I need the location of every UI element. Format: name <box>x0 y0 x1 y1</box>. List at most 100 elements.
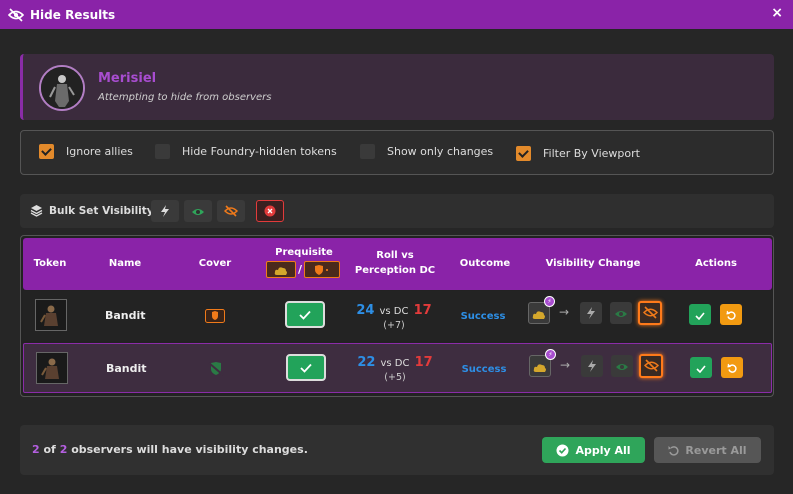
shield-filter-button[interactable] <box>304 260 341 279</box>
observed-option[interactable] <box>611 355 633 377</box>
undetected-option[interactable] <box>580 302 602 324</box>
eye-icon <box>615 357 629 376</box>
option-label: Ignore allies <box>66 145 133 158</box>
option-label: Show only changes <box>387 145 494 158</box>
header-roll: Roll vs Perception DC <box>353 248 437 278</box>
token-image[interactable] <box>35 299 67 331</box>
outcome-label: Success <box>460 311 506 322</box>
undo-icon <box>726 305 736 324</box>
bolt-icon <box>587 357 597 376</box>
bolt-icon <box>160 202 170 221</box>
of-label: of <box>43 443 56 456</box>
hidden-option-selected[interactable] <box>639 354 663 378</box>
layers-icon <box>30 204 43 217</box>
table-row: Bandit 24 vs DC 17 (+7) Success ⚡ → <box>23 291 772 341</box>
header-token: Token <box>33 258 67 269</box>
apply-row-button[interactable] <box>690 357 712 378</box>
prerequisite-check-button[interactable] <box>286 354 326 381</box>
hide-foundry-hidden-checkbox[interactable] <box>155 144 170 159</box>
hider-name: Merisiel <box>98 71 157 86</box>
close-button[interactable]: × <box>771 5 783 21</box>
roll-total: 22 <box>357 355 376 370</box>
apply-all-label: Apply All <box>575 443 631 457</box>
dc-value: 17 <box>413 303 432 318</box>
token-image[interactable] <box>36 352 68 384</box>
change-summary: 2 of 2 observers will have visibility ch… <box>32 443 308 456</box>
roll-total: 24 <box>356 303 375 318</box>
undo-icon <box>668 445 679 456</box>
cloud-icon <box>533 357 547 376</box>
check-icon <box>299 305 311 324</box>
window-title: Hide Results <box>30 7 116 22</box>
bolt-icon <box>586 304 596 323</box>
check-icon <box>300 358 312 377</box>
table-row: Bandit 22 vs DC 17 (+5) Success ⚡ → <box>23 343 772 393</box>
bulk-toolbar: Bulk Set Visibility <box>20 194 774 228</box>
eye-slash-icon <box>223 202 239 221</box>
hider-subtitle: Attempting to hide from observers <box>98 92 272 103</box>
options-bar: Ignore allies Hide Foundry-hidden tokens… <box>20 130 774 175</box>
option-label: Filter By Viewport <box>543 147 640 160</box>
arrow-right-icon: → <box>560 358 571 372</box>
bulk-hidden-button[interactable] <box>217 200 245 222</box>
roll-result: 22 vs DC 17 (+5) <box>350 351 440 383</box>
bulk-clear-button[interactable] <box>256 200 284 222</box>
roll-modifier: (+7) <box>383 320 405 331</box>
header-cover: Cover <box>198 258 232 269</box>
observed-option[interactable] <box>610 302 632 324</box>
hider-card: Merisiel Attempting to hide from observe… <box>20 54 774 120</box>
x-circle-icon <box>264 202 276 221</box>
header-visibility: Visibility Change <box>545 258 641 269</box>
title-bar: Hide Results × <box>0 0 793 29</box>
header-roll-line1: Roll vs <box>376 250 414 261</box>
bulk-undetected-button[interactable] <box>151 200 179 222</box>
ignore-allies-checkbox[interactable] <box>39 144 54 159</box>
check-icon <box>696 358 706 377</box>
undetected-option[interactable] <box>581 355 603 377</box>
arrow-right-icon: → <box>559 305 570 319</box>
table-header: Token Name Cover Prequisite / Roll vs Pe… <box>23 238 772 290</box>
shield-icon <box>314 260 330 279</box>
header-roll-line2: Perception DC <box>354 265 436 276</box>
undo-icon <box>727 358 737 377</box>
prereq-filters: / <box>266 260 341 279</box>
summary-text: observers will have visibility changes. <box>71 443 308 456</box>
eye-icon <box>614 304 628 323</box>
bolt-badge-icon: ⚡ <box>544 296 555 307</box>
revert-row-button[interactable] <box>720 304 742 325</box>
revert-all-label: Revert All <box>685 443 747 457</box>
roll-modifier: (+5) <box>384 372 406 383</box>
total-count: 2 <box>59 443 68 456</box>
show-only-changes-checkbox[interactable] <box>360 144 375 159</box>
bulk-observed-button[interactable] <box>184 200 212 222</box>
revert-all-button[interactable]: Revert All <box>654 437 761 463</box>
option-filter-viewport[interactable]: Filter By Viewport <box>516 146 640 161</box>
standard-cover-icon <box>205 308 225 327</box>
eye-icon <box>191 202 205 221</box>
bulk-label-text: Bulk Set Visibility <box>49 204 154 217</box>
cloud-icon <box>274 260 288 279</box>
header-prerequisite: Prequisite <box>275 247 333 258</box>
bulk-label: Bulk Set Visibility <box>30 204 154 217</box>
outcome-label: Success <box>461 364 507 375</box>
filter-viewport-checkbox[interactable] <box>516 146 531 161</box>
results-table: Token Name Cover Prequisite / Roll vs Pe… <box>20 235 774 397</box>
hidden-option-selected[interactable] <box>638 301 662 325</box>
option-show-only-changes[interactable]: Show only changes <box>360 144 493 159</box>
cover-filter-button[interactable] <box>266 261 296 278</box>
dc-value: 17 <box>414 355 433 370</box>
eye-slash-icon <box>8 7 24 23</box>
option-hide-foundry-hidden[interactable]: Hide Foundry-hidden tokens <box>155 144 337 159</box>
no-cover-icon <box>208 361 224 380</box>
option-ignore-allies[interactable]: Ignore allies <box>39 144 133 159</box>
apply-all-button[interactable]: Apply All <box>542 437 645 463</box>
apply-row-button[interactable] <box>689 304 711 325</box>
eye-slash-icon <box>643 357 659 376</box>
prerequisite-check-button[interactable] <box>285 301 325 328</box>
footer-bar: 2 of 2 observers will have visibility ch… <box>20 425 774 475</box>
option-label: Hide Foundry-hidden tokens <box>182 145 337 158</box>
revert-row-button[interactable] <box>721 357 743 378</box>
cloud-icon <box>532 304 546 323</box>
bolt-badge-icon: ⚡ <box>545 349 556 360</box>
observer-name: Bandit <box>106 362 147 375</box>
